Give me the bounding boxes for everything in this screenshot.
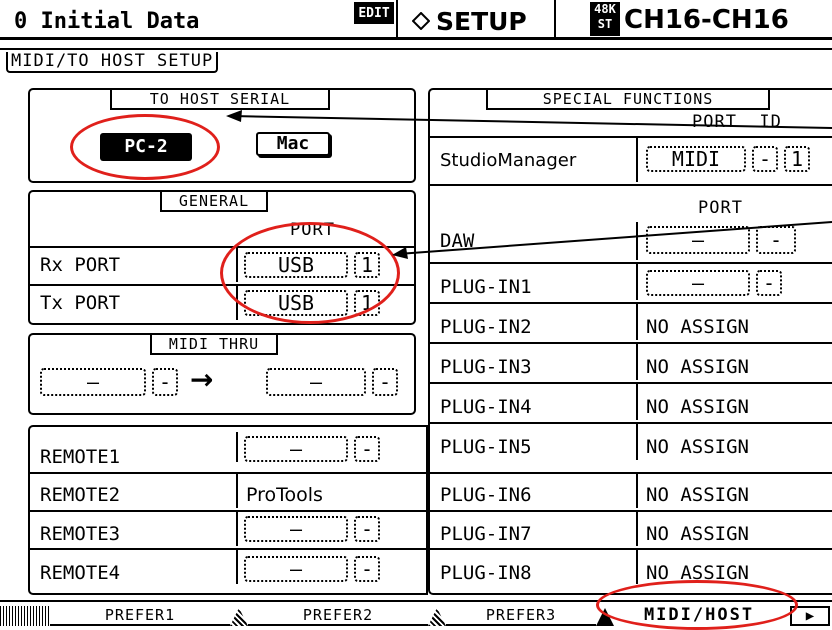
- annotation-arrows: [226, 110, 832, 259]
- annotation-arrowhead-top: [226, 110, 242, 122]
- annotation-arrow-top: [231, 115, 832, 129]
- annotation-arrow-mid: [397, 221, 832, 255]
- annotation-arrowhead-mid: [392, 247, 408, 259]
